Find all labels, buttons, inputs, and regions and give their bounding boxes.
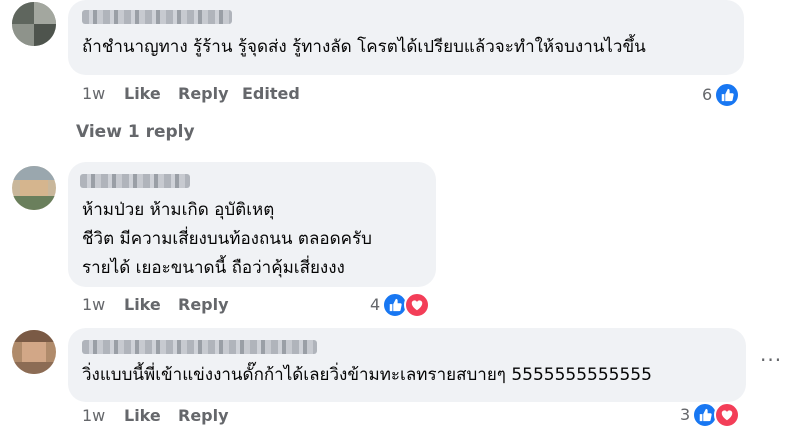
comment-actions: 1w Like Reply — [82, 406, 282, 426]
comment-time[interactable]: 1w — [82, 406, 105, 425]
comment-bubble: ห้ามป่วย ห้ามเกิด อุบัติเหตุ ชีวิต มีควา… — [68, 162, 436, 287]
like-button[interactable]: Like — [124, 84, 161, 103]
commenter-name[interactable] — [82, 10, 232, 24]
comment-time[interactable]: 1w — [82, 84, 105, 103]
comment-actions: 1w Like Reply — [82, 295, 282, 315]
reaction-count: 3 — [680, 405, 691, 424]
comment-text: วิ่งแบบนี้พี่เข้าแข่งงานดั๊กก้าได้เลยวิ่… — [82, 365, 652, 385]
reply-button[interactable]: Reply — [178, 406, 229, 425]
reactions-summary[interactable]: 3 — [676, 402, 742, 428]
commenter-name[interactable] — [82, 340, 317, 354]
comment-actions: 1w Like Reply Edited — [82, 84, 382, 104]
avatar[interactable] — [12, 330, 56, 374]
comment-text-line: ห้ามป่วย ห้ามเกิด อุบัติเหตุ — [82, 200, 275, 220]
reply-button[interactable]: Reply — [178, 84, 229, 103]
edited-label[interactable]: Edited — [242, 84, 300, 103]
love-reaction-icon — [714, 402, 740, 428]
avatar[interactable] — [12, 2, 56, 46]
like-button[interactable]: Like — [124, 406, 161, 425]
comment-text-line: ชีวิต มีความเสี่ยงบนท้องถนน ตลอดครับ — [82, 229, 372, 249]
comment-text: ถ้าชำนาญทาง รู้ร้าน รู้จุดส่ง รู้ทางลัด … — [82, 37, 646, 57]
comment-text-line: รายได้ เยอะขนาดนี้ ถือว่าคุ้มเสี่ยงงง — [82, 258, 345, 278]
avatar[interactable] — [12, 166, 56, 210]
comment-time[interactable]: 1w — [82, 295, 105, 314]
comment-bubble: ถ้าชำนาญทาง รู้ร้าน รู้จุดส่ง รู้ทางลัด … — [68, 0, 744, 75]
comment-bubble: วิ่งแบบนี้พี่เข้าแข่งงานดั๊กก้าได้เลยวิ่… — [68, 328, 746, 402]
like-reaction-icon — [714, 82, 740, 108]
reactions-summary[interactable]: 4 — [366, 292, 432, 318]
reactions-summary[interactable]: 6 — [698, 82, 742, 108]
reply-button[interactable]: Reply — [178, 295, 229, 314]
commenter-name[interactable] — [80, 174, 190, 188]
view-replies-link[interactable]: View 1 reply — [76, 122, 195, 142]
reaction-count: 6 — [702, 85, 713, 104]
love-reaction-icon — [404, 292, 430, 318]
like-button[interactable]: Like — [124, 295, 161, 314]
reaction-count: 4 — [370, 295, 381, 314]
more-options-button[interactable]: ··· — [760, 348, 782, 372]
